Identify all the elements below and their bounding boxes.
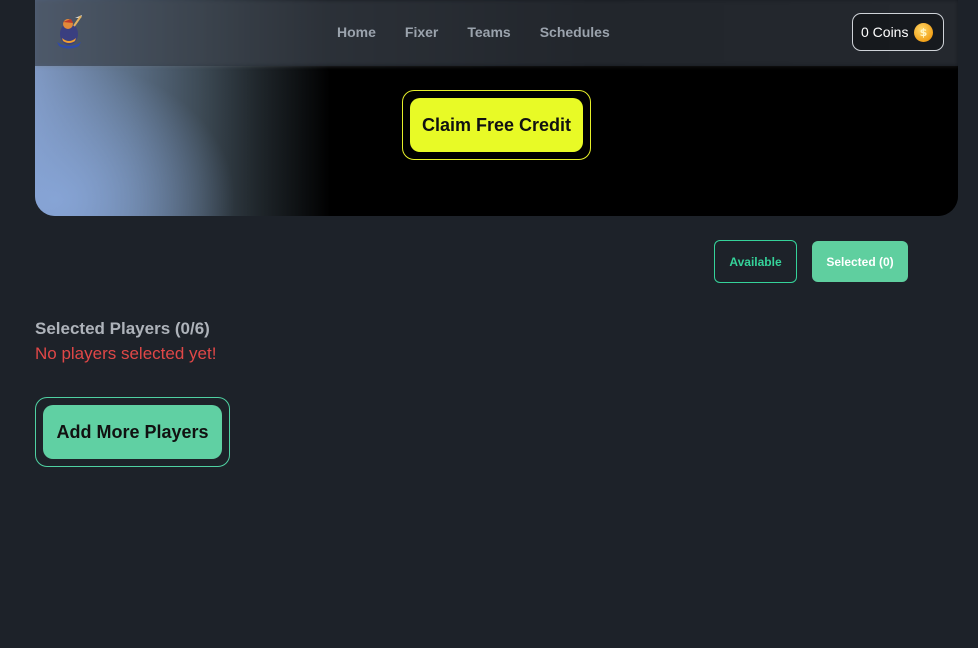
nav-schedules[interactable]: Schedules xyxy=(540,24,610,40)
navbar: Home Fixer Teams Schedules 0 Coins $ xyxy=(35,0,958,66)
hero-banner: Home Fixer Teams Schedules 0 Coins $ Cla… xyxy=(35,0,958,216)
nav-home[interactable]: Home xyxy=(337,24,376,40)
add-more-players-button[interactable]: Add More Players xyxy=(43,405,222,459)
coins-balance-button[interactable]: 0 Coins $ xyxy=(852,13,944,51)
tab-available[interactable]: Available xyxy=(714,240,797,283)
claim-credit-outline: Claim Free Credit xyxy=(402,90,591,160)
claim-free-credit-button[interactable]: Claim Free Credit xyxy=(410,98,583,152)
tab-selected[interactable]: Selected (0) xyxy=(812,241,908,282)
nav-links: Home Fixer Teams Schedules xyxy=(337,24,639,40)
logo-icon[interactable] xyxy=(51,14,87,50)
empty-selection-message: No players selected yet! xyxy=(35,344,217,363)
add-players-outline: Add More Players xyxy=(35,397,230,467)
nav-fixer[interactable]: Fixer xyxy=(405,24,438,40)
selected-players-heading: Selected Players (0/6) xyxy=(35,319,210,338)
coin-icon: $ xyxy=(914,23,933,42)
coins-label: 0 Coins xyxy=(861,24,909,40)
nav-teams[interactable]: Teams xyxy=(467,24,510,40)
